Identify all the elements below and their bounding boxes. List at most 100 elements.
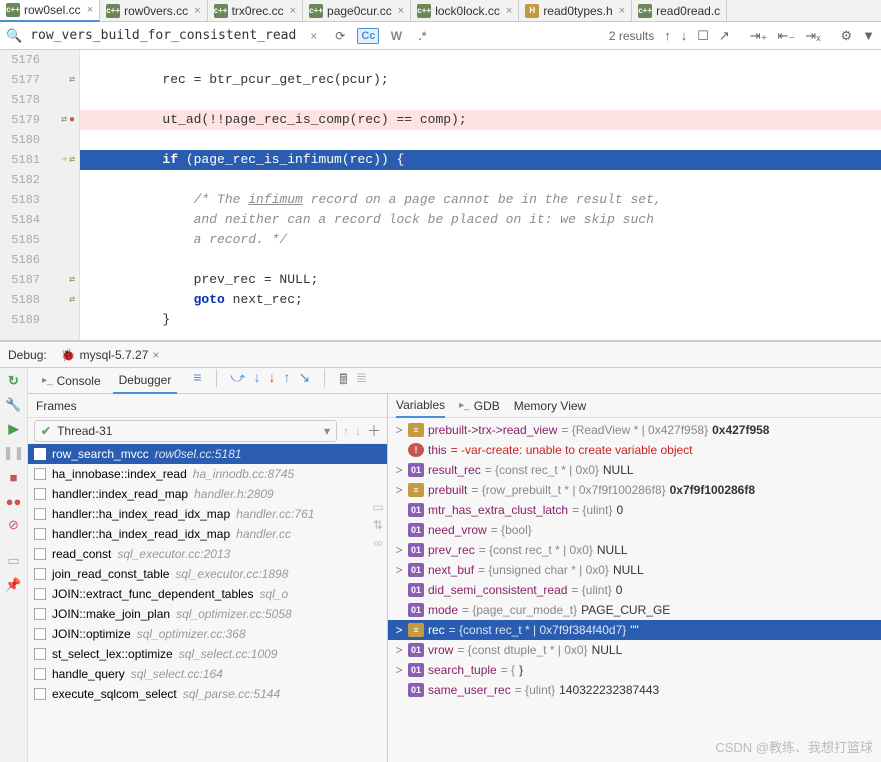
search-query[interactable]: row_vers_build_for_consistent_read: [30, 28, 296, 43]
thread-selector[interactable]: ✔ Thread-31 ▾: [34, 420, 337, 442]
debugger-tab[interactable]: Debugger: [113, 368, 178, 394]
close-icon[interactable]: ×: [152, 348, 159, 362]
variable-row[interactable]: >01 next_buf = {unsigned char * | 0x0} N…: [388, 560, 881, 580]
variable-row[interactable]: 01 need_vrow = {bool}: [388, 520, 881, 540]
variable-row[interactable]: >≡ prebuilt = {row_prebuilt_t * | 0x7f9f…: [388, 480, 881, 500]
stack-frame[interactable]: read_const sql_executor.cc:2013: [28, 544, 387, 564]
select-all-icon[interactable]: ☐: [697, 28, 709, 44]
rerun-icon[interactable]: ↻: [5, 372, 23, 390]
remove-occur-icon[interactable]: ⇥ₓ: [805, 28, 820, 44]
step-out-icon[interactable]: ↑: [283, 369, 290, 393]
code-line[interactable]: goto next_rec;: [80, 290, 881, 310]
variable-row[interactable]: ! this = -var-create: unable to create v…: [388, 440, 881, 460]
settings-icon[interactable]: ⚙: [840, 28, 852, 44]
line-number[interactable]: 5179: [4, 113, 40, 127]
close-tab-icon[interactable]: ×: [398, 5, 404, 17]
line-number[interactable]: 5188: [4, 293, 40, 307]
close-tab-icon[interactable]: ×: [506, 5, 512, 17]
line-number[interactable]: 5186: [4, 253, 40, 267]
code-editor[interactable]: 51765177⇄51785179⇄●51805181➔⇄51825183518…: [0, 50, 881, 340]
variable-row[interactable]: 01 same_user_rec = {ulint} 1403222323874…: [388, 680, 881, 700]
trace-icon[interactable]: ≣: [356, 369, 368, 393]
step-into-icon[interactable]: ↓: [253, 369, 260, 393]
file-tab[interactable]: c++lock0lock.cc×: [411, 0, 519, 22]
line-number[interactable]: 5176: [4, 53, 40, 67]
variable-row[interactable]: 01 mtr_has_extra_clust_latch = {ulint} 0: [388, 500, 881, 520]
debug-run-tab[interactable]: 🐞 mysql-5.7.27 ×: [55, 348, 166, 362]
variable-row[interactable]: >01 result_rec = {const rec_t * | 0x0} N…: [388, 460, 881, 480]
file-tab[interactable]: c++row0vers.cc×: [100, 0, 207, 22]
clear-search-icon[interactable]: ×: [304, 29, 323, 43]
line-number[interactable]: 5178: [4, 93, 40, 107]
gutter-icon[interactable]: ➔⇄: [43, 154, 75, 166]
file-tab[interactable]: c++row0sel.cc×: [0, 0, 100, 22]
close-tab-icon[interactable]: ×: [194, 5, 200, 17]
code-line[interactable]: [80, 170, 881, 190]
close-tab-icon[interactable]: ×: [619, 5, 625, 17]
gdb-tab[interactable]: ▸_GDB: [459, 399, 500, 413]
frames-list[interactable]: row_search_mvcc row0sel.cc:5181ha_innoba…: [28, 444, 387, 762]
line-number[interactable]: 5187: [4, 273, 40, 287]
frame-down-icon[interactable]: ↓: [355, 424, 361, 438]
step-over-icon[interactable]: ⤻: [231, 369, 246, 393]
regex-toggle[interactable]: .*: [413, 27, 431, 45]
next-result-icon[interactable]: ↓: [681, 28, 688, 43]
code-line[interactable]: a record. */: [80, 230, 881, 250]
code-line[interactable]: }: [80, 310, 881, 330]
variable-row[interactable]: 01 did_semi_consistent_read = {ulint} 0: [388, 580, 881, 600]
code-line[interactable]: [80, 90, 881, 110]
filter-icon[interactable]: ▼: [862, 28, 875, 43]
file-tab[interactable]: c++read0read.c: [632, 0, 727, 22]
line-number[interactable]: 5180: [4, 133, 40, 147]
code-line[interactable]: and neither can a record lock be placed …: [80, 210, 881, 230]
stack-frame[interactable]: JOIN::optimize sql_optimizer.cc:368: [28, 624, 387, 644]
variable-row[interactable]: >≡ prebuilt->trx->read_view= {ReadView *…: [388, 420, 881, 440]
pin-icon[interactable]: 📌: [5, 576, 23, 594]
gutter-icon[interactable]: ⇄: [43, 274, 75, 286]
add-icon[interactable]: ＋: [367, 421, 381, 441]
stop-icon[interactable]: ■: [5, 468, 23, 486]
layout-icon[interactable]: ▭: [5, 552, 23, 570]
match-case-toggle[interactable]: Cc: [357, 28, 379, 44]
variable-row[interactable]: >01 vrow = {const dtuple_t * | 0x0} NULL: [388, 640, 881, 660]
stack-frame[interactable]: ha_innobase::index_read ha_innodb.cc:874…: [28, 464, 387, 484]
file-tab[interactable]: Hread0types.h×: [519, 0, 632, 22]
gutter-icon[interactable]: ⇄●: [43, 114, 75, 126]
code-line[interactable]: prev_rec = NULL;: [80, 270, 881, 290]
refresh-icon[interactable]: ⟳: [331, 27, 349, 45]
stack-frame[interactable]: handler::ha_index_read_idx_map handler.c…: [28, 524, 387, 544]
resume-icon[interactable]: ▶: [5, 420, 23, 438]
code-line[interactable]: /* The infimum record on a page cannot b…: [80, 190, 881, 210]
variables-tab[interactable]: Variables: [396, 394, 445, 418]
code-lines[interactable]: rec = btr_pcur_get_rec(pcur); ut_ad(!!pa…: [80, 50, 881, 340]
variable-row[interactable]: >≡ rec = {const rec_t * | 0x7f9f384f40d7…: [388, 620, 881, 640]
gutter[interactable]: 51765177⇄51785179⇄●51805181➔⇄51825183518…: [0, 50, 80, 340]
line-number[interactable]: 5177: [4, 73, 40, 87]
run-to-cursor-icon[interactable]: ↘: [298, 369, 310, 393]
line-number[interactable]: 5181: [4, 153, 40, 167]
open-new-tab-icon[interactable]: ↗: [719, 28, 730, 44]
close-tab-icon[interactable]: ×: [290, 5, 296, 17]
stack-frame[interactable]: row_search_mvcc row0sel.cc:5181: [28, 444, 387, 464]
add-selection-icon[interactable]: ⇥₊: [750, 28, 768, 44]
stack-frame[interactable]: handler::ha_index_read_idx_map handler.c…: [28, 504, 387, 524]
breakpoints-icon[interactable]: ●●: [5, 492, 23, 510]
force-step-into-icon[interactable]: ↓: [268, 369, 275, 393]
variables-list[interactable]: >≡ prebuilt->trx->read_view= {ReadView *…: [388, 418, 881, 762]
stack-frame[interactable]: st_select_lex::optimize sql_select.cc:10…: [28, 644, 387, 664]
prev-result-icon[interactable]: ↑: [664, 28, 671, 43]
file-tab[interactable]: c++trx0rec.cc×: [208, 0, 303, 22]
evaluate-icon[interactable]: 🖩: [339, 369, 347, 393]
console-tab[interactable]: ▸_Console: [36, 368, 107, 394]
line-number[interactable]: 5182: [4, 173, 40, 187]
code-line[interactable]: [80, 130, 881, 150]
line-number[interactable]: 5189: [4, 313, 40, 327]
code-line[interactable]: rec = btr_pcur_get_rec(pcur);: [80, 70, 881, 90]
show-exec-icon[interactable]: ≡: [193, 369, 201, 393]
code-line[interactable]: [80, 250, 881, 270]
code-line[interactable]: ut_ad(!!page_rec_is_comp(rec) == comp);: [80, 110, 881, 130]
words-toggle[interactable]: W: [387, 27, 405, 45]
settings-icon[interactable]: 🔧: [5, 396, 23, 414]
stack-frame[interactable]: handler::index_read_map handler.h:2809: [28, 484, 387, 504]
stack-frame[interactable]: JOIN::extract_func_dependent_tables sql_…: [28, 584, 387, 604]
